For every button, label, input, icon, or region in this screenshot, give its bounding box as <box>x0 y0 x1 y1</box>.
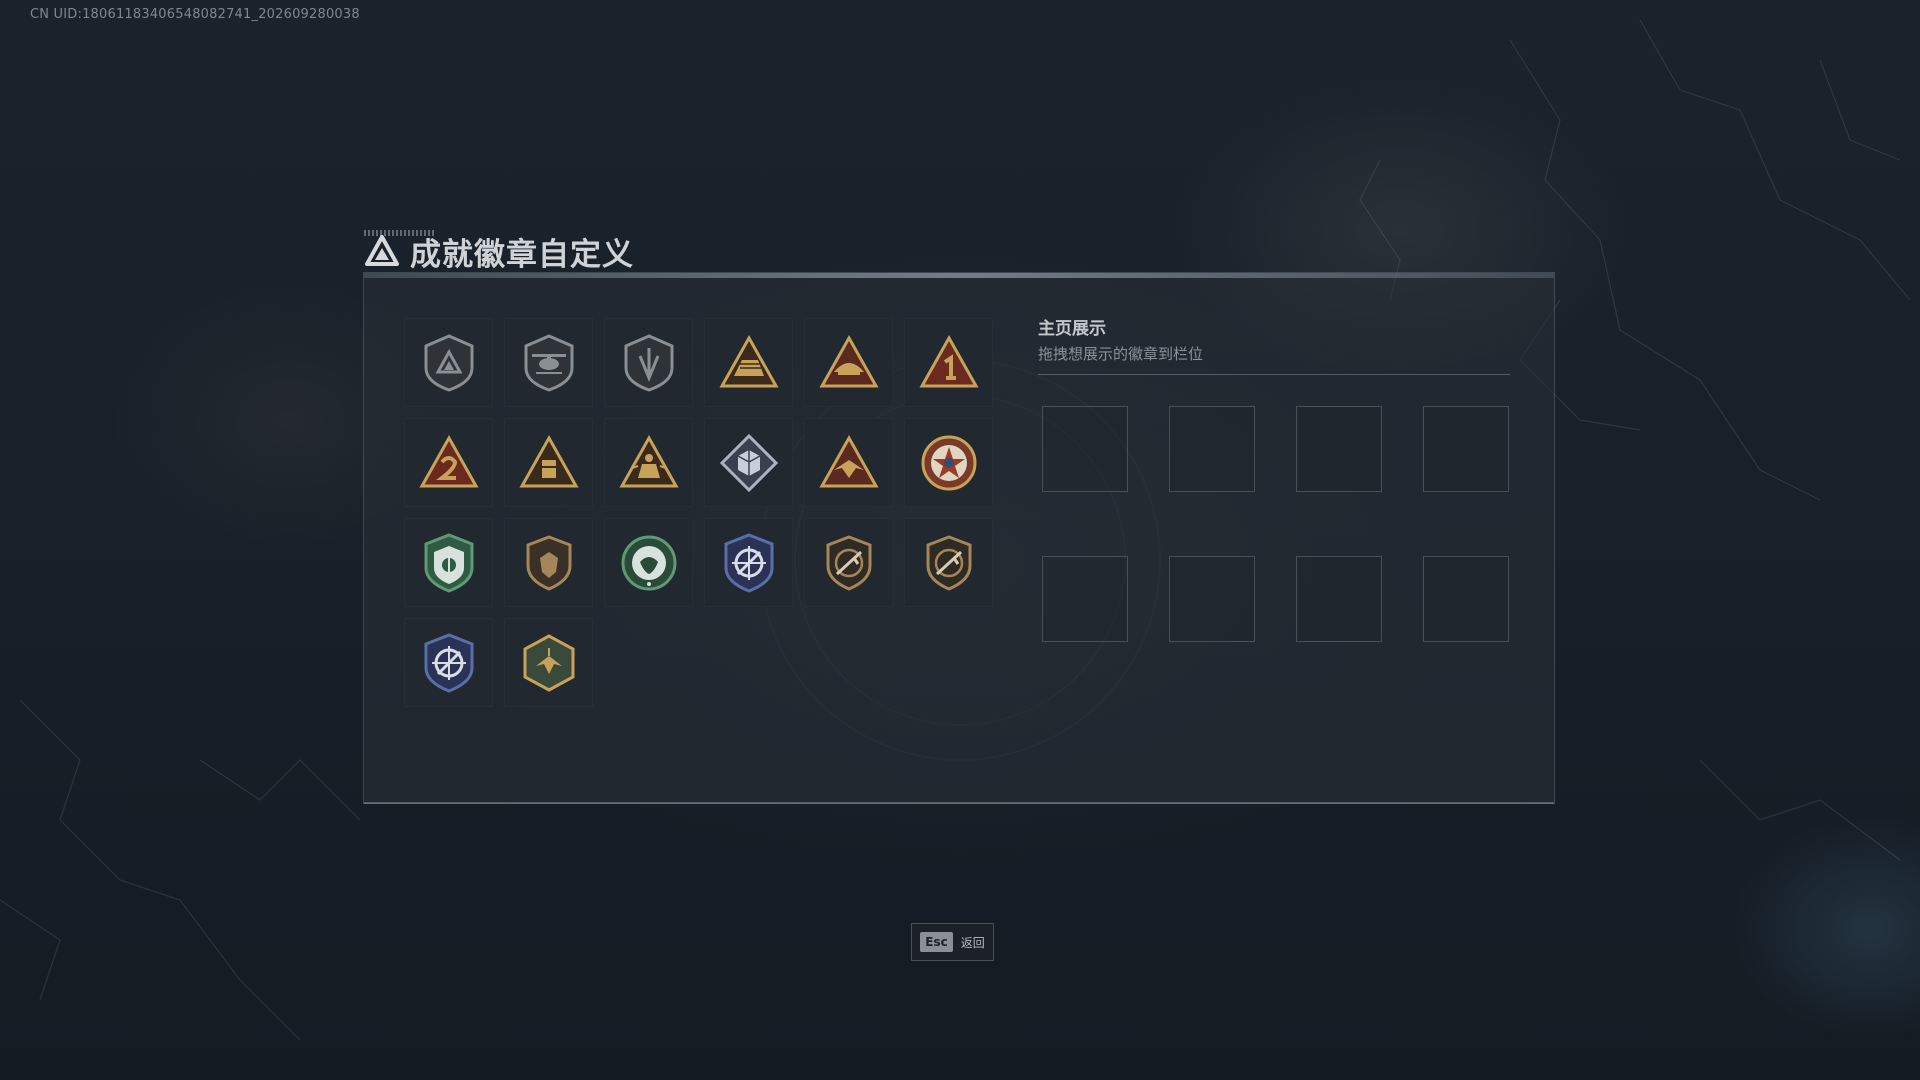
shield-triangle-badge-icon <box>424 333 473 392</box>
showcase-slot[interactable] <box>1169 556 1255 642</box>
triangle-number-one-badge-icon <box>918 334 979 387</box>
back-button[interactable]: Esc 返回 <box>911 923 994 961</box>
badge-slot[interactable] <box>804 418 893 507</box>
badge-slot[interactable] <box>504 618 593 707</box>
dialog-header: 成就徽章自定义 <box>364 226 634 276</box>
badge-grid <box>404 318 993 707</box>
triangle-eagle-badge-icon <box>818 434 879 487</box>
badge-slot[interactable] <box>404 518 493 607</box>
helicopter-badge-icon <box>524 333 573 392</box>
badge-slot[interactable] <box>404 318 493 407</box>
panel-bottom-bar <box>364 802 1554 804</box>
homepage-showcase: 主页展示 拖拽想展示的徽章到栏位 <box>1038 318 1510 642</box>
triangle-vehicle-badge-icon <box>718 334 779 387</box>
star-medal-badge-icon <box>921 435 976 490</box>
badge-slot[interactable] <box>904 318 993 407</box>
blue-crosshair-shield-badge-icon <box>724 532 773 593</box>
badge-slot[interactable] <box>904 418 993 507</box>
badge-slot[interactable] <box>604 518 693 607</box>
showcase-divider <box>1038 374 1510 375</box>
showcase-slot[interactable] <box>1423 556 1509 642</box>
triangle-logo-icon <box>365 235 399 266</box>
triangle-helmet-badge-icon <box>818 334 879 387</box>
badge-slot[interactable] <box>704 318 793 407</box>
triangle-number-two-badge-icon <box>418 434 479 487</box>
dialog-title: 成就徽章自定义 <box>410 236 634 273</box>
badge-slot[interactable] <box>604 318 693 407</box>
showcase-slot[interactable] <box>1169 406 1255 492</box>
showcase-subtitle: 拖拽想展示的徽章到栏位 <box>1038 345 1204 363</box>
hexagon-bird-badge-icon <box>523 633 574 692</box>
green-wreath-badge-icon <box>621 535 676 590</box>
green-shield-badge-icon <box>424 532 473 593</box>
showcase-slot[interactable] <box>1423 406 1509 492</box>
triangle-soldier-badge-icon <box>618 434 679 487</box>
blue-crosshair-shield-badge-icon <box>424 632 473 693</box>
badge-slot[interactable] <box>504 318 593 407</box>
badge-slot[interactable] <box>904 518 993 607</box>
showcase-slot[interactable] <box>1042 556 1128 642</box>
badge-slot[interactable] <box>704 418 793 507</box>
badge-slot[interactable] <box>504 518 593 607</box>
badge-slot[interactable] <box>404 418 493 507</box>
badge-slot[interactable] <box>804 318 893 407</box>
diamond-cube-badge-icon <box>719 433 778 492</box>
shield-arrow-badge-icon <box>624 333 673 392</box>
badge-slot[interactable] <box>604 418 693 507</box>
badge-slot[interactable] <box>504 418 593 507</box>
bronze-shield-badge-icon <box>526 534 571 591</box>
badge-customize-panel: 主页展示 拖拽想展示的徽章到栏位 <box>363 272 1555 804</box>
bronze-rifle-shield-badge-icon <box>926 534 971 591</box>
badge-slot[interactable] <box>804 518 893 607</box>
triangle-crate-badge-icon <box>518 434 579 487</box>
badge-slot[interactable] <box>404 618 493 707</box>
back-label: 返回 <box>960 935 985 950</box>
showcase-slot[interactable] <box>1296 406 1382 492</box>
showcase-slot-grid <box>1042 406 1509 642</box>
showcase-title: 主页展示 <box>1038 319 1106 339</box>
badge-slot[interactable] <box>704 518 793 607</box>
showcase-slot[interactable] <box>1296 556 1382 642</box>
showcase-slot[interactable] <box>1042 406 1128 492</box>
esc-key-hint: Esc <box>920 932 953 952</box>
user-uid-label: CN UID:18061183406548082741_202609280038 <box>30 7 360 22</box>
bronze-rifle-shield-badge-icon <box>826 534 871 591</box>
panel-top-bar <box>364 273 1554 278</box>
